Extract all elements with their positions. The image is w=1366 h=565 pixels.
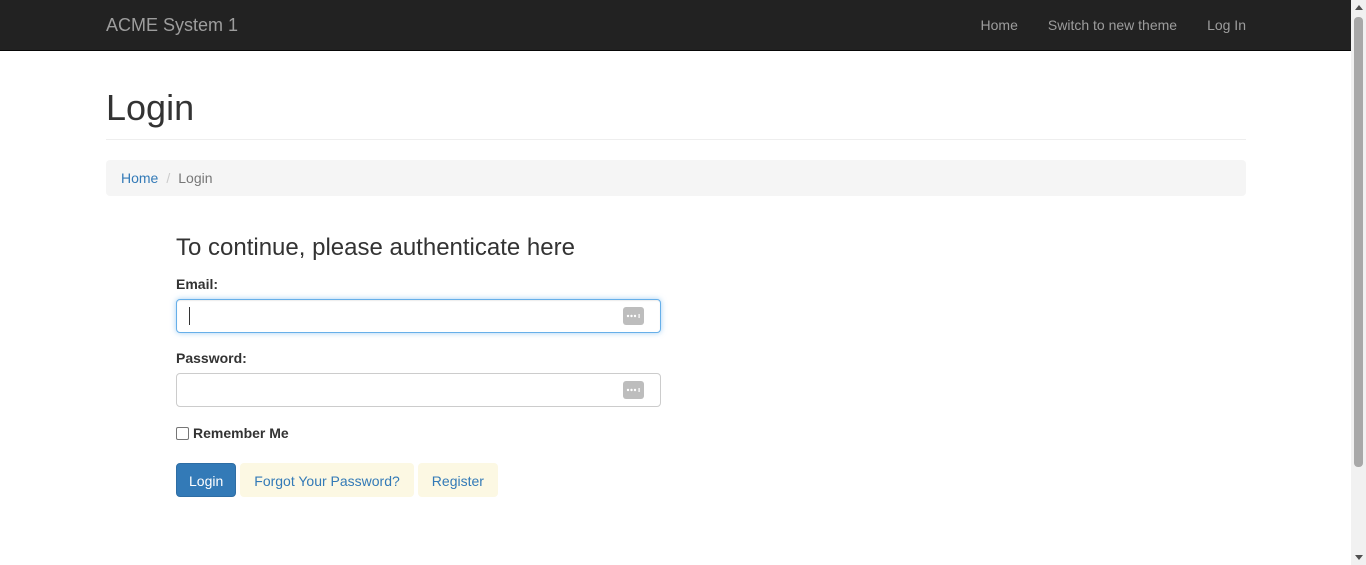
login-form: To continue, please authenticate here Em… (176, 232, 661, 497)
top-navbar: ACME System 1 Home Switch to new theme L… (0, 0, 1351, 51)
remember-me-checkbox[interactable] (176, 426, 189, 440)
breadcrumb-separator: / (166, 170, 171, 186)
email-label: Email: (176, 276, 219, 292)
form-heading: To continue, please authenticate here (176, 234, 575, 261)
breadcrumb-current: Login (178, 170, 213, 186)
page: ACME System 1 Home Switch to new theme L… (0, 0, 1366, 565)
password-manager-icon[interactable] (623, 381, 644, 399)
forgot-password-link[interactable]: Forgot Your Password? (240, 463, 414, 497)
remember-me-row: Remember Me (176, 423, 661, 443)
nav-link-log-in[interactable]: Log In (1192, 0, 1246, 51)
email-field[interactable] (176, 299, 661, 333)
scroll-down-arrow-icon[interactable] (1351, 550, 1366, 565)
nav-links: Home Switch to new theme Log In (966, 0, 1246, 51)
text-caret (189, 307, 190, 325)
breadcrumb-home-link[interactable]: Home (121, 170, 158, 186)
password-manager-icon[interactable] (623, 307, 644, 325)
password-label: Password: (176, 350, 247, 366)
password-field-wrapper (176, 373, 661, 407)
scroll-up-arrow-icon[interactable] (1351, 0, 1366, 15)
vertical-scrollbar[interactable] (1351, 0, 1366, 565)
breadcrumb: Home / Login (106, 160, 1246, 196)
nav-link-switch-theme[interactable]: Switch to new theme (1033, 0, 1192, 51)
scrollbar-thumb[interactable] (1354, 17, 1363, 467)
remember-me-label: Remember Me (193, 425, 289, 441)
page-title: Login (106, 87, 195, 128)
register-link[interactable]: Register (417, 463, 498, 497)
email-field-wrapper (176, 299, 661, 333)
nav-link-home[interactable]: Home (966, 0, 1033, 51)
dots-icon (626, 314, 640, 318)
page-header: Login (106, 86, 1246, 140)
dots-icon (626, 388, 640, 392)
login-button[interactable]: Login (176, 463, 237, 497)
password-field[interactable] (176, 373, 661, 407)
brand-link[interactable]: ACME System 1 (106, 14, 238, 36)
form-actions: Login Forgot Your Password? Register (176, 463, 661, 497)
